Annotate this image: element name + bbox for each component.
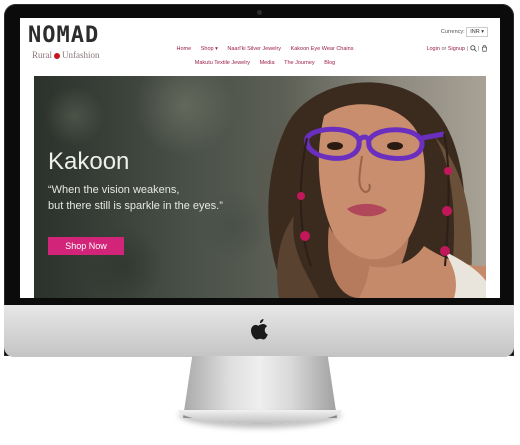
- signup-link[interactable]: Signup: [448, 46, 465, 52]
- nav-textile-jewelry[interactable]: Makutu Textile Jewelry: [195, 60, 250, 66]
- divider: |: [478, 45, 480, 52]
- cart-icon[interactable]: [481, 45, 488, 52]
- imac-stand-base: [178, 410, 342, 424]
- nav-eye-wear-chains[interactable]: Kakoon Eye Wear Chains: [291, 46, 354, 52]
- apple-logo-icon: [251, 319, 268, 340]
- logo-dot-icon: [54, 52, 60, 59]
- camera-icon: [257, 10, 262, 15]
- site-logo[interactable]: NOMAD: [28, 23, 99, 48]
- screen: NOMAD Rural Unfashion Home Shop ▾ Naarl'k…: [20, 18, 500, 298]
- hero-portrait-image: [268, 82, 486, 298]
- hero-quote-line-2: but there still is sparkle in the eyes.”: [48, 200, 223, 212]
- site-tagline: Rural Unfashion: [32, 50, 100, 60]
- tagline-left: Rural: [32, 50, 52, 60]
- divider: |: [466, 45, 468, 52]
- nav-the-journey[interactable]: The Journey: [284, 60, 315, 66]
- hero-quote: “When the vision weakens, but there stil…: [48, 182, 248, 214]
- main-nav: Home Shop ▾ Naarl'ki Silver Jewelry Kako…: [160, 42, 370, 70]
- nav-shop[interactable]: Shop ▾: [201, 46, 218, 52]
- currency-label: Currency:: [440, 29, 465, 35]
- login-link[interactable]: Login: [426, 46, 439, 52]
- currency-select[interactable]: INR ▾: [466, 27, 488, 37]
- hero-heading: Kakoon: [48, 148, 130, 175]
- account-links: Login or Signup | |: [426, 45, 488, 52]
- tagline-right: Unfashion: [62, 50, 100, 60]
- nav-row-2: Makutu Textile Jewelry Media The Journey…: [160, 56, 370, 70]
- nav-silver-jewelry[interactable]: Naarl'ki Silver Jewelry: [227, 46, 281, 52]
- nav-row-1: Home Shop ▾ Naarl'ki Silver Jewelry Kako…: [160, 42, 370, 56]
- nav-blog[interactable]: Blog: [324, 60, 335, 66]
- or-text: or: [441, 45, 447, 52]
- shop-now-button[interactable]: Shop Now: [48, 237, 124, 255]
- hero-banner: Kakoon “When the vision weakens, but the…: [34, 76, 486, 298]
- search-icon[interactable]: [469, 45, 477, 52]
- currency-selector: Currency: INR ▾: [441, 27, 488, 37]
- nav-home[interactable]: Home: [177, 46, 192, 52]
- imac-stand: [183, 356, 337, 418]
- hero-quote-line-1: “When the vision weakens,: [48, 184, 180, 196]
- site-header: NOMAD Rural Unfashion Home Shop ▾ Naarl'k…: [20, 18, 500, 74]
- nav-media[interactable]: Media: [260, 60, 275, 66]
